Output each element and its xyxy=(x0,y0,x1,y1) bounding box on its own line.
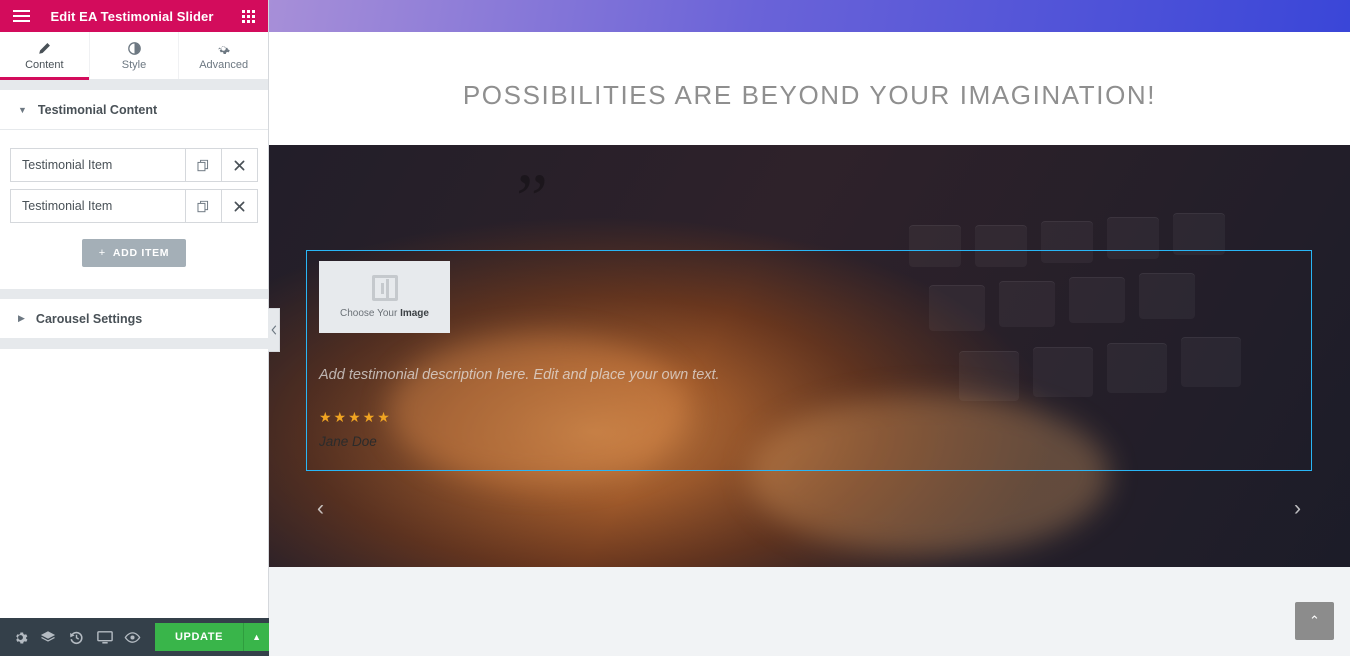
panel-divider xyxy=(0,289,268,299)
add-item-label: ADD ITEM xyxy=(112,247,170,259)
close-x-icon[interactable] xyxy=(221,190,257,222)
repeater-item[interactable]: Testimonial Item xyxy=(10,148,258,182)
panel-header: Edit EA Testimonial Slider xyxy=(0,0,268,32)
section-title: Testimonial Content xyxy=(37,102,158,117)
history-revisions-icon[interactable] xyxy=(62,618,90,656)
preview-canvas: POSSIBILITIES ARE BEYOND YOUR IMAGINATIO… xyxy=(269,0,1350,656)
carousel-prev-arrow[interactable]: ‹ xyxy=(317,498,324,519)
scroll-to-top-button[interactable]: ⌃ xyxy=(1295,602,1334,640)
panel-divider xyxy=(0,80,268,90)
duplicate-icon[interactable] xyxy=(185,149,221,181)
quote-mark-decoration: ” xyxy=(516,159,548,239)
image-placeholder[interactable]: Choose Your Image xyxy=(319,261,450,333)
panel-tabs: Content Style Advanced xyxy=(0,32,268,80)
update-button-group: UPDATE ▲ xyxy=(155,623,270,651)
chevron-down-icon: ▼ xyxy=(18,104,27,115)
image-placeholder-bold: Image xyxy=(400,308,429,319)
hero-heading: POSSIBILITIES ARE BEYOND YOUR IMAGINATIO… xyxy=(462,80,1157,110)
section-carousel-settings[interactable]: ▶ Carousel Settings xyxy=(0,299,268,339)
tab-content[interactable]: Content xyxy=(0,32,90,80)
site-top-gradient-bar xyxy=(269,0,1350,32)
repeater-item-title[interactable]: Testimonial Item xyxy=(11,190,185,222)
update-button[interactable]: UPDATE xyxy=(155,623,244,651)
rating-stars: ★★★★★ xyxy=(319,409,392,425)
widgets-grid-icon[interactable] xyxy=(228,0,268,32)
panel-footer: UPDATE ▲ xyxy=(0,618,270,656)
tab-style-label: Style xyxy=(121,58,147,71)
image-placeholder-label: Choose Your Image xyxy=(340,308,429,319)
elementor-editor-screen: Edit EA Testimonial Slider Content Style xyxy=(0,0,1350,656)
page-remainder xyxy=(269,567,1350,654)
section-testimonial-content[interactable]: ▼ Testimonial Content xyxy=(0,90,268,130)
responsive-mode-icon[interactable] xyxy=(91,618,119,656)
selected-widget-outline[interactable]: Choose Your Image Add testimonial descri… xyxy=(306,250,1312,471)
testimonial-repeater: Testimonial Item Testimonial Item + ADD … xyxy=(0,130,268,289)
add-item-button[interactable]: + ADD ITEM xyxy=(81,239,187,267)
site-content: POSSIBILITIES ARE BEYOND YOUR IMAGINATIO… xyxy=(269,32,1350,654)
close-x-icon[interactable] xyxy=(221,149,257,181)
testimonial-author-name: Jane Doe xyxy=(319,434,377,449)
panel-collapse-handle[interactable] xyxy=(268,308,280,352)
repeater-item-title[interactable]: Testimonial Item xyxy=(11,149,185,181)
add-item-row: + ADD ITEM xyxy=(10,230,258,279)
testimonial-slide: Choose Your Image Add testimonial descri… xyxy=(307,251,732,459)
duplicate-icon[interactable] xyxy=(185,190,221,222)
contrast-circle-icon xyxy=(127,41,141,56)
tab-content-label: Content xyxy=(25,58,64,71)
preview-eye-icon[interactable] xyxy=(119,618,147,656)
panel-divider xyxy=(0,339,268,349)
chevron-right-icon: ▶ xyxy=(18,313,25,323)
hero-key-shape xyxy=(1173,213,1225,255)
elementor-image-placeholder-icon xyxy=(371,275,398,301)
hero-section: ” Choose Your Image Add testimonial desc… xyxy=(269,145,1350,567)
settings-gear-icon[interactable] xyxy=(6,618,34,656)
carousel-next-arrow[interactable]: › xyxy=(1294,498,1301,519)
repeater-item[interactable]: Testimonial Item xyxy=(10,189,258,223)
tab-advanced-label: Advanced xyxy=(199,58,249,71)
panel-title: Edit EA Testimonial Slider xyxy=(50,8,214,24)
pencil-icon xyxy=(38,41,51,56)
elementor-left-panel: Edit EA Testimonial Slider Content Style xyxy=(0,0,280,656)
image-placeholder-lead: Choose Your xyxy=(340,308,401,319)
caret-up-icon[interactable]: ▲ xyxy=(243,623,270,651)
tab-style[interactable]: Style xyxy=(90,32,180,79)
section-title: Carousel Settings xyxy=(35,311,143,326)
navigator-layers-icon[interactable] xyxy=(34,618,62,656)
tab-advanced[interactable]: Advanced xyxy=(179,32,268,79)
testimonial-description: Add testimonial description here. Edit a… xyxy=(319,367,720,383)
plus-icon: + xyxy=(98,247,106,259)
gear-icon xyxy=(217,41,230,56)
